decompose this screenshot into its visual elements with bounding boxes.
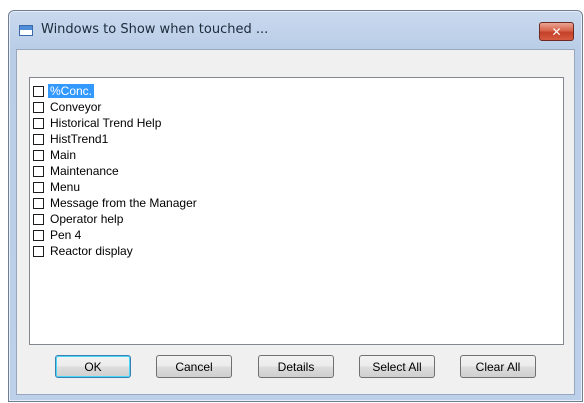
checkbox[interactable] <box>33 85 44 97</box>
checkbox[interactable] <box>33 245 44 257</box>
windows-checklist[interactable]: %Conc. Conveyor Historical Trend Help Hi… <box>29 77 564 345</box>
list-item-label: %Conc. <box>48 84 95 98</box>
dialog-window: Windows to Show when touched ... ✕ %Conc… <box>8 10 583 402</box>
dialog-client-area: %Conc. Conveyor Historical Trend Help Hi… <box>16 49 575 395</box>
list-item-menu[interactable]: Menu <box>33 179 82 195</box>
checkbox[interactable] <box>33 213 44 225</box>
close-button[interactable]: ✕ <box>539 22 574 41</box>
ok-button[interactable]: OK <box>55 355 131 378</box>
checkbox[interactable] <box>33 117 44 129</box>
checkbox[interactable] <box>33 133 44 145</box>
list-item-pen-4[interactable]: Pen 4 <box>33 227 83 243</box>
list-item-label: Main <box>50 148 77 162</box>
list-item-histtrend1[interactable]: HistTrend1 <box>33 131 110 147</box>
checkbox[interactable] <box>33 101 44 113</box>
list-item-conveyor[interactable]: Conveyor <box>33 99 103 115</box>
window-icon <box>19 25 33 36</box>
list-item-maintenance[interactable]: Maintenance <box>33 163 121 179</box>
checkbox[interactable] <box>33 181 44 193</box>
list-item-operator-help[interactable]: Operator help <box>33 211 125 227</box>
list-item-main[interactable]: Main <box>33 147 78 163</box>
list-item-historical-trend-help[interactable]: Historical Trend Help <box>33 115 163 131</box>
list-item-label: Menu <box>50 180 81 194</box>
list-item-message-from-manager[interactable]: Message from the Manager <box>33 195 199 211</box>
select-all-button[interactable]: Select All <box>359 355 435 378</box>
checkbox[interactable] <box>33 197 44 209</box>
window-title: Windows to Show when touched ... <box>41 22 269 37</box>
list-item-label: Operator help <box>50 212 124 226</box>
list-item-conc[interactable]: %Conc. <box>33 83 95 99</box>
checkbox[interactable] <box>33 149 44 161</box>
cancel-button[interactable]: Cancel <box>156 355 232 378</box>
list-item-label: Historical Trend Help <box>50 116 162 130</box>
close-icon: ✕ <box>551 24 562 39</box>
list-item-label: HistTrend1 <box>50 132 109 146</box>
list-item-label: Message from the Manager <box>50 196 197 210</box>
list-item-label: Pen 4 <box>50 228 82 242</box>
list-item-label: Conveyor <box>50 100 102 114</box>
list-item-reactor-display[interactable]: Reactor display <box>33 243 135 259</box>
list-item-label: Maintenance <box>50 164 119 178</box>
clear-all-button[interactable]: Clear All <box>460 355 536 378</box>
checkbox[interactable] <box>33 165 44 177</box>
list-item-label: Reactor display <box>50 244 133 258</box>
title-bar[interactable]: Windows to Show when touched ... ✕ <box>9 11 582 49</box>
checkbox[interactable] <box>33 229 44 241</box>
details-button[interactable]: Details <box>258 355 334 378</box>
